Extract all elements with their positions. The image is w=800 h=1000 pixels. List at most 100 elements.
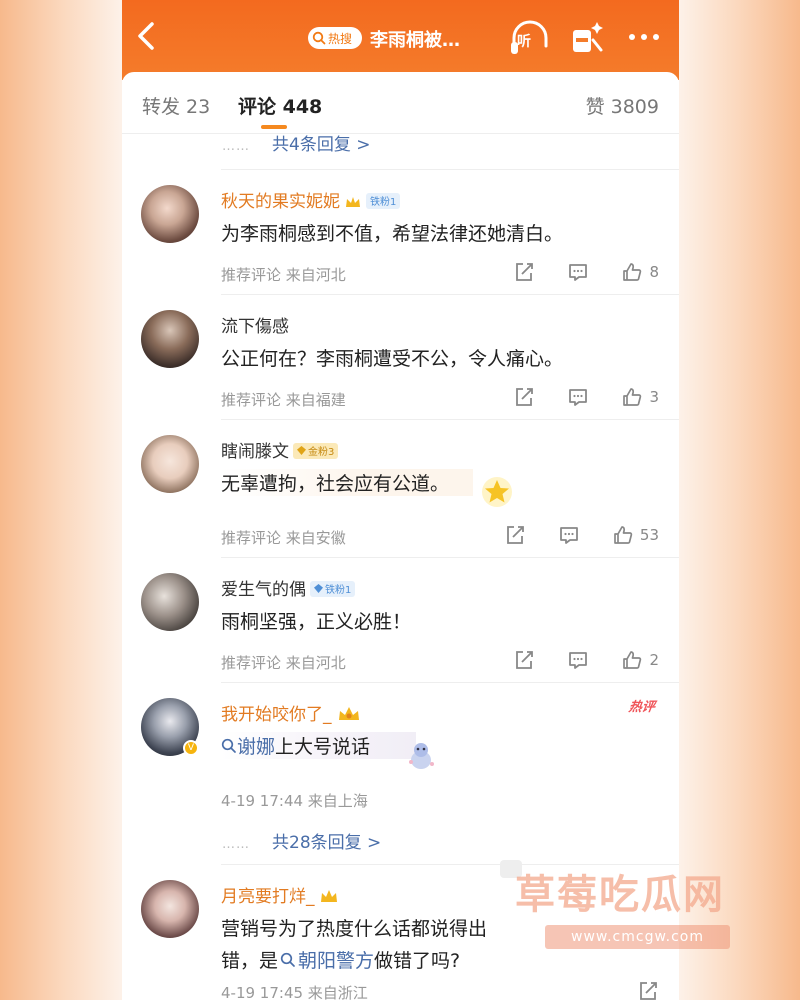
tab-active-indicator [261,125,287,129]
back-icon[interactable] [132,16,162,56]
share-button[interactable] [504,524,526,546]
more-replies-link[interactable]: …… 共4条回复 > [222,130,370,155]
tab-bar: 转发 23 评论 448 赞 3809 [122,72,679,134]
like-button[interactable]: 8 [621,261,659,283]
username-text: 我开始咬你了_ [221,705,332,725]
share-icon [507,526,524,544]
comment-actions: 53 [472,524,659,546]
username[interactable]: 瞎闹滕文 金粉3 [221,437,339,462]
comment-text-part: 做错了吗? [374,950,461,972]
comment-actions [605,980,659,1000]
thumbs-up-icon [623,388,642,406]
share-button[interactable] [637,980,659,1000]
share-button[interactable] [513,386,535,408]
comment-actions: 3 [481,386,659,408]
header-bar: 热搜 李雨桐被… 听 [122,0,679,80]
comment-actions: 2 [481,649,659,671]
hot-comment-label: 热评 [627,700,656,715]
comment-text-line2: 错，是 朝阳警方做错了吗? [221,946,460,973]
avatar[interactable] [141,880,199,938]
search-link-text: 谢娜 [237,736,276,758]
search-link-text: 朝阳警方 [298,950,375,972]
comments-card: 转发 23 评论 448 赞 3809 …… 共4条回复 > 秋天的果实妮妮 铁粉1… [122,72,679,1000]
like-count: 3 [649,388,659,406]
search-icon [280,952,295,967]
fan-badge-label: 铁粉1 [370,197,397,208]
diamond-icon [297,446,306,455]
reply-button[interactable] [567,261,589,283]
divider [221,419,679,420]
listen-button[interactable]: 听 [508,18,552,58]
dots-decoration: …… [222,837,250,852]
username[interactable]: 月亮要打烊_ [221,882,339,907]
fan-badge-label: 铁粉1 [325,585,352,596]
watermark-url: www.cmcgw.com [545,925,730,949]
share-icon [640,982,657,1000]
search-link[interactable]: 谢娜 [221,736,275,758]
diamond-icon [314,584,323,593]
red-packet-icon[interactable] [567,18,607,58]
share-icon [516,388,534,406]
comment-text: 公正何在？李雨桐遭受不公，令人痛心。 [221,348,564,370]
fan-badge: 铁粉1 [310,580,356,597]
search-icon [312,31,326,45]
cartoon-sticker-icon [409,743,434,769]
username-text: 月亮要打烊_ [221,887,315,907]
avatar[interactable] [141,185,199,243]
tab-repost[interactable]: 转发 23 [142,92,210,119]
thumbs-up-icon [614,526,633,544]
comment-meta: 推荐评论 来自安徽 [221,529,346,547]
listen-label: 听 [517,34,531,50]
like-count: 2 [649,651,659,669]
share-button[interactable] [513,261,535,283]
tab-comments[interactable]: 评论 448 [238,92,322,119]
more-replies-label: 共28条回复 > [272,833,382,853]
like-button[interactable]: 3 [621,386,659,408]
dots-decoration: …… [222,139,250,154]
comment-text: 谢娜上大号说话 [221,732,417,759]
star-sticker-icon [482,477,512,507]
comment-text: 无辜遭拘，社会应有公道。 [221,469,474,496]
comment-icon [569,652,588,669]
crown-icon [346,197,360,207]
comment-icon [569,389,588,406]
divider [221,557,679,558]
share-button[interactable] [513,649,535,671]
avatar[interactable] [141,310,199,368]
crown-icon [320,890,337,902]
divider [221,169,679,170]
reply-button[interactable] [558,524,580,546]
search-link[interactable]: 朝阳警方 [278,950,374,972]
username-text: 瞎闹滕文 [221,442,289,462]
watermark-title: 草莓吃瓜网 [515,872,725,918]
avatar[interactable] [141,435,199,493]
search-icon [221,738,236,753]
username-text: 秋天的果实妮妮 [221,192,340,212]
username[interactable]: 流下傷感 [221,312,289,337]
like-button[interactable]: 53 [612,524,659,546]
comment-text-line1: 营销号为了热度什么话都说得出 [221,918,488,940]
more-icon[interactable] [624,24,664,50]
comment-icon [569,264,588,281]
share-icon [516,651,534,669]
comment-text-rest: 上大号说话 [275,736,371,758]
reply-button[interactable] [567,386,589,408]
comment-meta: 推荐评论 来自河北 [221,654,346,672]
topic-title[interactable]: 李雨桐被… [370,26,460,52]
divider [221,682,679,683]
avatar[interactable] [141,573,199,631]
comment-text: 雨桐坚强，正义必胜！ [221,611,412,633]
like-button[interactable]: 2 [621,649,659,671]
hot-search-badge[interactable]: 热搜 [308,27,362,49]
comment-meta: 推荐评论 来自河北 [221,266,346,284]
comment-icon [560,527,578,544]
username[interactable]: 秋天的果实妮妮 铁粉1 [221,187,401,212]
username-text: 爱生气的偶 [221,580,306,600]
more-replies-link[interactable]: …… 共28条回复 > [222,828,381,853]
reply-button[interactable] [567,649,589,671]
fan-badge-label: 金粉3 [308,447,335,458]
username[interactable]: 我开始咬你了_ [221,700,362,725]
tab-likes[interactable]: 赞 3809 [586,92,659,119]
username[interactable]: 爱生气的偶 铁粉1 [221,575,356,600]
crown-icon [338,707,359,720]
